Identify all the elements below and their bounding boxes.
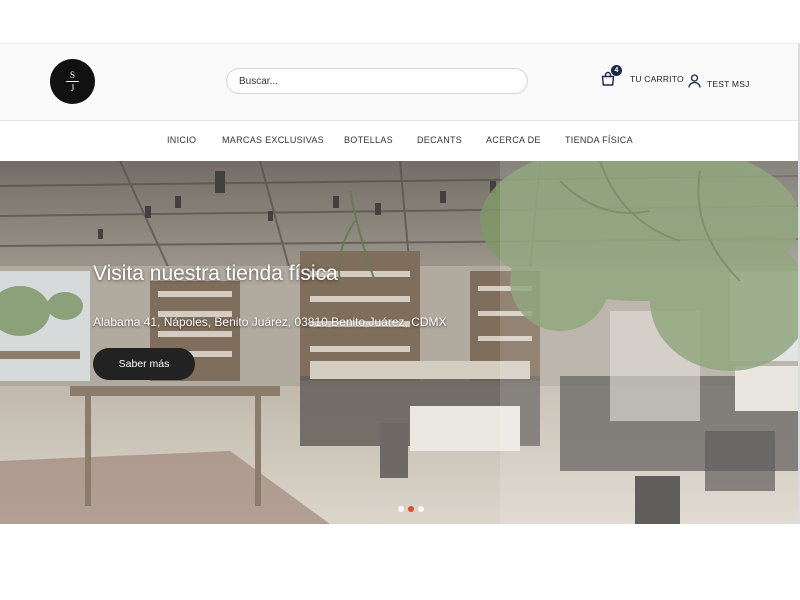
main-nav: INICIO MARCAS EXCLUSIVAS BOTELLAS DECANT… bbox=[0, 120, 800, 162]
store-interior-photo bbox=[0, 161, 798, 524]
carousel-dot-1[interactable] bbox=[398, 506, 404, 512]
carousel-dot-2[interactable] bbox=[408, 506, 414, 512]
logo-divider bbox=[66, 81, 79, 82]
top-spacer bbox=[0, 0, 800, 43]
nav-item-tienda-fisica[interactable]: TIENDA FÍSICA bbox=[565, 135, 633, 145]
nav-item-decants[interactable]: DECANTS bbox=[417, 135, 462, 145]
nav-item-botellas[interactable]: BOTELLAS bbox=[344, 135, 393, 145]
site-header: S J 4 TU CARRITO TEST MSJ bbox=[0, 43, 800, 120]
nav-item-marcas-exclusivas[interactable]: MARCAS EXCLUSIVAS bbox=[222, 135, 324, 145]
hero-title: Visita nuestra tienda física bbox=[93, 262, 338, 285]
cart-count-badge: 4 bbox=[611, 65, 622, 76]
cart-link[interactable]: 4 TU CARRITO bbox=[600, 65, 684, 87]
hero-banner: Visita nuestra tienda física Alabama 41,… bbox=[0, 161, 800, 524]
page: S J 4 TU CARRITO TEST MSJ bbox=[0, 0, 800, 600]
account-label: TEST MSJ bbox=[707, 78, 750, 89]
search-input[interactable] bbox=[226, 68, 528, 94]
logo-top-letter: S bbox=[69, 70, 75, 80]
nav-item-acerca-de[interactable]: ACERCA DE bbox=[486, 135, 541, 145]
carousel-dot-3[interactable] bbox=[418, 506, 424, 512]
saber-mas-button[interactable]: Saber más bbox=[93, 348, 195, 380]
shopping-bag-icon: 4 bbox=[600, 65, 622, 87]
logo-bottom-letter: J bbox=[70, 83, 75, 93]
account-link[interactable]: TEST MSJ bbox=[688, 74, 750, 93]
brand-logo[interactable]: S J bbox=[50, 59, 95, 104]
cart-label: TU CARRITO bbox=[630, 74, 684, 84]
nav-item-inicio[interactable]: INICIO bbox=[167, 135, 196, 145]
hero-address: Alabama 41, Nápoles, Benito Juárez, 0381… bbox=[93, 315, 447, 329]
user-icon bbox=[688, 74, 701, 93]
carousel-dots bbox=[398, 506, 428, 512]
